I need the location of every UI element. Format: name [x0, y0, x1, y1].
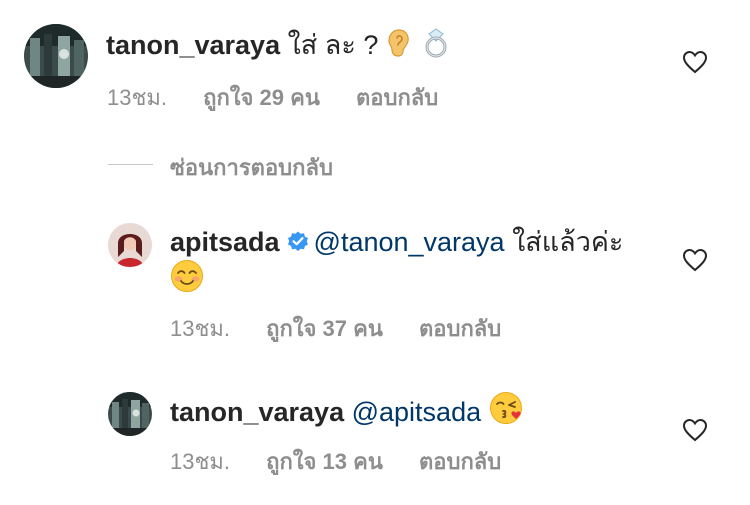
- avatar-photo: [108, 223, 152, 267]
- comment-likes-count[interactable]: ถูกใจ 29 คน: [203, 80, 320, 115]
- kiss-emoji: [489, 391, 523, 433]
- like-heart-icon[interactable]: [682, 50, 708, 74]
- reply-button[interactable]: ตอบกลับ: [419, 311, 501, 346]
- comment-message: ใส่ ละ ?: [287, 30, 379, 60]
- avatar[interactable]: [24, 24, 88, 88]
- avatar[interactable]: [108, 223, 152, 267]
- reply-time: 13ชม.: [170, 449, 231, 474]
- ear-emoji: [386, 28, 412, 66]
- reply-username[interactable]: tanon_varaya: [170, 397, 344, 427]
- reply-button[interactable]: ตอบกลับ: [419, 444, 501, 479]
- reply-username[interactable]: apitsada: [170, 227, 280, 257]
- ring-emoji: [419, 28, 453, 66]
- reply-likes-count[interactable]: ถูกใจ 37 คน: [266, 311, 383, 346]
- like-heart-icon[interactable]: [682, 248, 708, 272]
- comment-text: tanon_varaya ใส่ ละ ?: [106, 28, 453, 66]
- reply-likes-count[interactable]: ถูกใจ 13 คน: [266, 444, 383, 479]
- reply-button[interactable]: ตอบกลับ: [356, 80, 438, 115]
- comment-meta: 13ชม. ถูกใจ 29 คน ตอบกลับ: [107, 80, 438, 115]
- hide-replies-label[interactable]: ซ่อนการตอบกลับ: [170, 150, 333, 185]
- reply-message: ใส่แล้วค่ะ: [512, 227, 624, 257]
- reply-mention-link[interactable]: @tanon_varaya: [314, 227, 505, 257]
- avatar-photo: [108, 392, 152, 436]
- verified-badge-icon: [287, 231, 308, 252]
- avatar[interactable]: [108, 392, 152, 436]
- divider: [108, 164, 153, 165]
- comment-time: 13ชม.: [107, 85, 168, 110]
- reply-text: apitsada @tanon_varaya ใส่แล้วค่ะ: [170, 225, 623, 259]
- reply-text: tanon_varaya @apitsada: [170, 391, 523, 433]
- reply-meta: 13ชม. ถูกใจ 37 คน ตอบกลับ: [170, 311, 501, 346]
- like-heart-icon[interactable]: [682, 418, 708, 442]
- reply-mention-link[interactable]: @apitsada: [352, 397, 482, 427]
- comment-username[interactable]: tanon_varaya: [106, 30, 280, 60]
- smiling-blush-emoji: [170, 259, 204, 301]
- reply-text-line-2: [170, 259, 204, 301]
- reply-meta: 13ชม. ถูกใจ 13 คน ตอบกลับ: [170, 444, 501, 479]
- reply-time: 13ชม.: [170, 316, 231, 341]
- avatar-photo: [24, 24, 88, 88]
